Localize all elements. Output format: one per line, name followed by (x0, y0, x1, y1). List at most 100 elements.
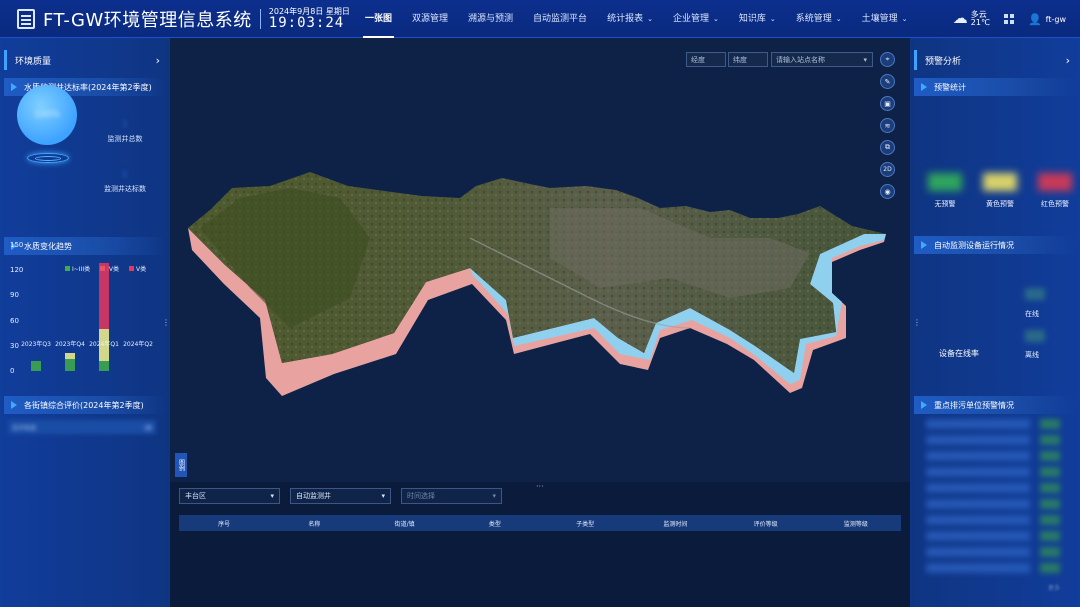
app-title: FT-GW环境管理信息系统 (43, 9, 252, 31)
pollution-row[interactable] (926, 419, 1030, 429)
column-header[interactable]: 类型 (450, 519, 540, 528)
nav-item-6[interactable]: 知识库 ⌄ (729, 0, 786, 38)
more-link[interactable]: 更多 (1048, 583, 1060, 592)
clock-text: 19:03:24 (268, 14, 345, 31)
pollution-row-value (1040, 451, 1060, 461)
warning-count (1038, 173, 1072, 191)
pollution-row[interactable] (926, 547, 1030, 557)
pollution-row-value (1040, 515, 1060, 525)
town-row[interactable]: 花乡街道 I类 (8, 420, 156, 434)
nav-item-5[interactable]: 企业管理 ⌄ (663, 0, 729, 38)
pollution-row[interactable] (926, 483, 1030, 493)
bar-2023年Q3-I~III类[interactable] (31, 360, 41, 371)
nav-item-2[interactable]: 溯源与预测 (458, 0, 523, 38)
caret-down-icon: ▾ (381, 492, 385, 500)
bar-2024年Q1-I~III类[interactable] (99, 360, 109, 371)
ok-wells-stat: 1 监测井达标数 (104, 170, 146, 193)
site-type-select[interactable]: 自动监测井 ▾ (290, 488, 391, 504)
table-header: 序号 名称 街道/镇 类型 子类型 监测时间 评价等级 监测等级 (179, 515, 901, 531)
warning-analysis-header[interactable]: 预警分析 › (914, 50, 1076, 70)
chevron-down-icon: ⌄ (835, 15, 842, 23)
nav-item-0[interactable]: 一张图 (355, 0, 402, 38)
x-tick-label: 2024年Q1 (89, 341, 119, 348)
user-menu[interactable]: 👤 ft-gw (1028, 13, 1066, 26)
pollution-row-value (1040, 563, 1060, 573)
weather-temp: 21℃ (970, 18, 990, 27)
left-collapse-handle[interactable]: ⋮ (162, 318, 170, 327)
right-collapse-handle[interactable]: ⋮ (913, 318, 921, 327)
caret-down-icon: ▾ (270, 492, 274, 500)
warning-stats-header: 预警统计 (914, 78, 1076, 96)
nav-item-7[interactable]: 系统管理 ⌄ (786, 0, 852, 38)
nav-item-8[interactable]: 土壤管理 ⌄ (852, 0, 918, 38)
chevron-down-icon: ⌄ (712, 15, 719, 23)
pollution-row[interactable] (926, 499, 1030, 509)
gauge-label: 设备在线率 (939, 349, 979, 358)
environment-quality-header[interactable]: 环境质量 › (4, 50, 166, 70)
left-panel: 环境质量 › 水质监测井达标率(2024年第2季度) 100% 1 监测井总数 … (0, 38, 170, 607)
nav-label: 统计报表 (607, 14, 644, 24)
legend-item: I~III类 (65, 264, 90, 273)
legend-tab[interactable]: 图例 (175, 453, 187, 477)
pollution-row[interactable] (926, 451, 1030, 461)
device-status-header: 自动监测设备运行情况 (914, 236, 1076, 254)
main-nav: 一张图 双源管理 溯源与预测 自动监测平台 统计报表 ⌄ 企业管理 ⌄ 知识库 ⌄ 系统管理 ⌄ 土壤管… (355, 0, 918, 38)
chevron-down-icon: ⌄ (647, 15, 653, 23)
pollution-row[interactable] (926, 435, 1030, 445)
legend-label: V类 (135, 266, 147, 273)
pollution-row[interactable] (926, 531, 1030, 541)
column-header[interactable]: 监测时间 (630, 519, 720, 528)
pollution-row[interactable] (926, 515, 1030, 525)
column-header[interactable]: 街道/镇 (360, 519, 450, 528)
bar-2024年Q1-V类[interactable] (99, 263, 109, 329)
column-header[interactable]: 序号 (179, 519, 269, 528)
bar-2023年Q4-IV类[interactable] (65, 352, 75, 360)
online-count (1025, 288, 1045, 300)
cloud-icon: ☁ (952, 9, 968, 28)
nav-item-1[interactable]: 双源管理 (402, 0, 458, 38)
column-header[interactable]: 子类型 (540, 519, 630, 528)
pollution-row-value (1040, 419, 1060, 429)
pollution-row[interactable] (926, 563, 1030, 573)
column-header[interactable]: 名称 (269, 519, 359, 528)
total-wells-stat: 1 监测井总数 (107, 120, 143, 143)
nav-item-4[interactable]: 统计报表 ⌄ (597, 0, 663, 38)
map-view[interactable]: 经度 纬度 请输入站点名称 ▾ ⌖ ✎ ▣ ≋ ⧉ 2D ◉ 图例 (170, 38, 910, 482)
warning-stat-item[interactable]: 黄色预警 (975, 173, 1025, 209)
warning-stat-item[interactable]: 无预警 (920, 173, 970, 209)
nav-label: 企业管理 (672, 14, 709, 24)
legend-swatch (65, 266, 70, 271)
date-time: 2024年9月8日 星期日 19:03:24 (268, 7, 350, 31)
x-tick-label: 2024年Q2 (123, 341, 153, 348)
bar-2023年Q4-I~III类[interactable] (65, 359, 75, 371)
app-grid-icon[interactable] (1003, 14, 1014, 24)
weather-widget: ☁ 多云 21℃ (952, 9, 990, 28)
y-tick-label: 60 (10, 316, 19, 325)
district-select[interactable]: 丰台区 ▾ (179, 488, 280, 504)
pollution-row[interactable] (926, 467, 1030, 477)
warning-count (983, 173, 1017, 191)
chevron-down-icon: ⌄ (901, 15, 908, 23)
y-tick-label: 90 (10, 291, 19, 300)
column-header[interactable]: 监测等级 (811, 519, 901, 528)
column-header[interactable]: 评价等级 (721, 519, 811, 528)
bottom-panel: ··· 丰台区 ▾ 自动监测井 ▾ 时间选择 ▾ 序号 名称 街道/镇 类型 子类型 监测时间评… (170, 482, 910, 607)
x-tick-label: 2023年Q3 (21, 341, 51, 348)
resize-handle[interactable]: ··· (536, 482, 544, 491)
y-tick-label: 120 (10, 266, 24, 275)
nav-item-3[interactable]: 自动监测平台 (523, 0, 597, 38)
y-tick-label: 150 (10, 241, 24, 249)
pollution-row-value (1040, 531, 1060, 541)
chevron-right-icon[interactable]: › (156, 54, 160, 67)
town-eval-header: 各街镇综合评价(2024年第2季度) (4, 396, 166, 414)
pollution-row-value (1040, 499, 1060, 509)
pollution-row-value (1040, 547, 1060, 557)
warning-label: 红色预警 (1041, 200, 1069, 208)
username: ft-gw (1045, 14, 1066, 24)
offline-count (1025, 330, 1045, 342)
online-label: 在线 (1025, 310, 1039, 318)
offline-label: 离线 (1025, 351, 1039, 359)
time-select[interactable]: 时间选择 ▾ (401, 488, 502, 504)
chevron-right-icon[interactable]: › (1066, 54, 1070, 67)
warning-stat-item[interactable]: 红色预警 (1030, 173, 1080, 209)
